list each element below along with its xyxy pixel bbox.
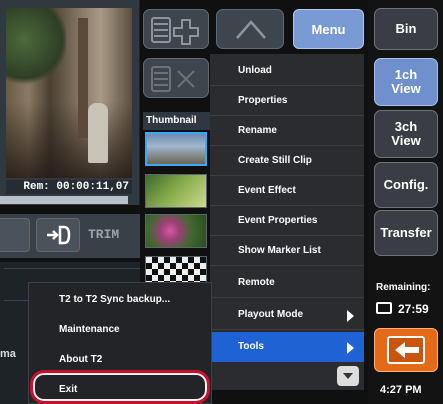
thumbnail-item[interactable] (145, 174, 207, 208)
clock: 4:27 PM (380, 384, 422, 396)
video-preview[interactable] (6, 8, 132, 178)
menu-item-event-properties[interactable]: Event Properties (210, 206, 364, 236)
menu-button[interactable]: Menu (293, 9, 364, 49)
config-label: Config. (383, 177, 429, 192)
mark-out-icon (47, 225, 71, 245)
submenu-item-label: About T2 (59, 354, 103, 365)
transport-button-prev[interactable] (0, 218, 30, 252)
transport-bar: TRIM (0, 214, 140, 258)
menu-item-tools[interactable]: Tools (210, 332, 364, 362)
view-3ch-label: 3ch View (391, 119, 421, 148)
menu-item-rename[interactable]: Rename (210, 116, 364, 146)
menu-item-playout-mode[interactable]: Playout Mode (210, 300, 364, 330)
remaining-timecode: Rem: 00:00:11,07 (6, 180, 132, 194)
viewer-panel: Rem: 00:00:11,07 (0, 0, 140, 205)
delete-list-icon (151, 66, 195, 92)
menu-item-event-effect[interactable]: Event Effect (210, 176, 364, 206)
divider (4, 268, 140, 269)
transfer-label: Transfer (380, 225, 432, 240)
bin-label: Bin (395, 21, 417, 36)
submenu-item-maintenance[interactable]: Maintenance (29, 315, 213, 345)
menu-item-remote[interactable]: Remote (210, 268, 364, 298)
menu-item-label: Tools (238, 341, 264, 352)
scrub-bar[interactable] (0, 196, 128, 204)
submenu-item-sync-backup[interactable]: T2 to T2 Sync backup... (29, 285, 213, 315)
back-arrow-icon (387, 336, 425, 364)
chevron-up-icon (236, 20, 266, 39)
storage-icon (376, 302, 392, 314)
partial-label: ma (0, 348, 16, 360)
menu-item-label: Show Marker List (238, 245, 321, 256)
video-scene-trunk (78, 18, 88, 138)
menu-item-label: Rename (238, 125, 277, 136)
back-button[interactable] (374, 328, 438, 372)
video-scene-figure (88, 103, 108, 163)
menu-item-show-marker-list[interactable]: Show Marker List (210, 236, 364, 266)
submenu-item-label: Maintenance (59, 324, 120, 335)
config-button[interactable]: Config. (374, 162, 438, 208)
dropdown-button[interactable] (337, 366, 359, 386)
video-scene-tree (6, 8, 66, 88)
thumbnail-item[interactable] (145, 214, 207, 248)
transfer-button[interactable]: Transfer (374, 210, 438, 256)
trim-label[interactable]: TRIM (88, 227, 119, 242)
menu-item-label: Create Still Clip (238, 155, 312, 166)
menu-item-label: Unload (238, 65, 272, 76)
remaining-label: Remaining: (376, 282, 431, 293)
view-1ch-button[interactable]: 1ch View (374, 58, 438, 106)
chevron-down-icon (343, 373, 353, 379)
mark-out-button[interactable] (36, 218, 80, 252)
menu-item-label: Event Properties (238, 215, 318, 226)
menu-item-unload[interactable]: Unload (210, 56, 364, 86)
add-list-icon (151, 17, 199, 45)
right-sidebar: Bin 1ch View 3ch View Config. Transfer R… (368, 0, 443, 404)
thumbnail-item[interactable] (145, 132, 207, 166)
view-1ch-label: 1ch View (391, 67, 421, 96)
delete-button[interactable] (143, 58, 209, 98)
menu-item-create-still-clip[interactable]: Create Still Clip (210, 146, 364, 176)
context-menu: Unload Properties Rename Create Still Cl… (210, 54, 364, 390)
exit-highlight-ring (30, 370, 210, 404)
submenu-arrow-icon (347, 310, 354, 322)
remaining-time: 27:59 (398, 302, 429, 316)
menu-item-properties[interactable]: Properties (210, 86, 364, 116)
add-button[interactable] (143, 9, 209, 49)
menu-item-label: Event Effect (238, 185, 296, 196)
view-3ch-button[interactable]: 3ch View (374, 110, 438, 158)
menu-item-label: Playout Mode (238, 309, 304, 320)
submenu-item-label: T2 to T2 Sync backup... (59, 294, 171, 305)
move-up-button[interactable] (216, 9, 284, 49)
submenu-arrow-icon (347, 342, 354, 354)
menu-item-label: Remote (238, 277, 275, 288)
menu-item-label: Properties (238, 95, 288, 106)
bin-button[interactable]: Bin (374, 8, 438, 50)
thumbnail-header[interactable]: Thumbnail (143, 112, 210, 130)
